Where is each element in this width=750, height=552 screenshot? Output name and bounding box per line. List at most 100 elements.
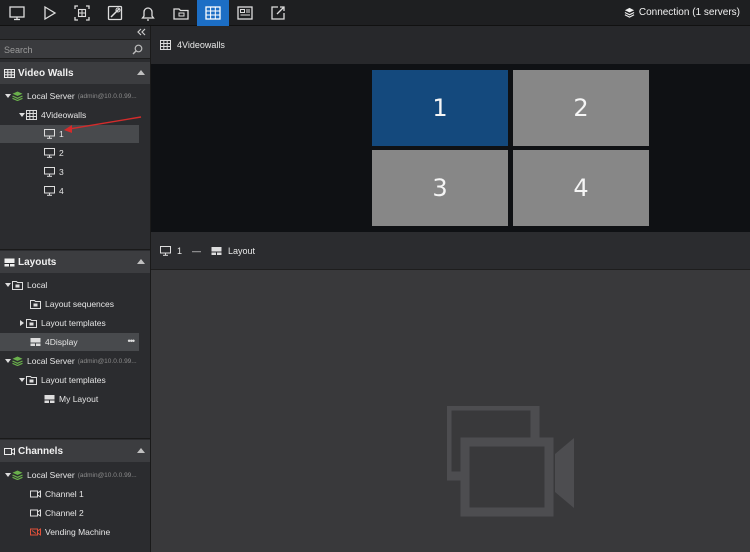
- tree-item-server[interactable]: Local Server (admin@10.0.0.99...: [0, 87, 139, 105]
- channel-icon: [4, 447, 15, 455]
- folder-icon: [30, 300, 41, 309]
- section-divider: [0, 438, 150, 439]
- collapse-arrow-icon[interactable]: [137, 448, 145, 453]
- section-title: Channels: [18, 445, 64, 457]
- expand-arrow-icon[interactable]: [18, 378, 26, 382]
- videowall-grid-icon: [26, 110, 37, 120]
- videowall-title: 4Videowalls: [177, 40, 225, 50]
- tree-item-channel-2[interactable]: Channel 2: [0, 504, 139, 522]
- monitor-info-bar: 1 — Layout: [151, 232, 750, 270]
- tree-item-monitor-4[interactable]: 4: [0, 182, 139, 200]
- tree-item-label: Local: [27, 280, 48, 290]
- expand-arrow-icon[interactable]: [4, 283, 12, 287]
- monitor-icon: [160, 245, 171, 256]
- tools-icon: [107, 5, 123, 21]
- tree-item-label: Local Server: [27, 470, 75, 480]
- tree-item-label: 2: [59, 148, 64, 158]
- play-button[interactable]: [33, 0, 65, 26]
- tree-item-server[interactable]: Local Server (admin@10.0.0.99...: [0, 352, 139, 370]
- tree-item-label: My Layout: [59, 394, 99, 404]
- tree-item-label: Channel 2: [45, 508, 84, 518]
- tree-item-label: Local Server: [27, 356, 75, 366]
- tree-item-videowall[interactable]: 4Videowalls: [0, 106, 139, 124]
- collapse-arrow-icon[interactable]: [137, 259, 145, 264]
- scan-icon: [74, 5, 90, 21]
- tools-button[interactable]: [99, 0, 131, 26]
- server-address: (admin@10.0.0.99...: [77, 357, 137, 365]
- tree-item-monitor-3[interactable]: 3: [0, 163, 139, 181]
- tree-item-server[interactable]: Local Server (admin@10.0.0.99...: [0, 466, 139, 484]
- tree-item-monitor-1[interactable]: 1: [0, 125, 139, 143]
- videowall-grid: 1 2 3 4: [151, 64, 750, 232]
- camera-placeholder-icon: [447, 406, 574, 517]
- tree-item-channel-1[interactable]: Channel 1: [0, 485, 139, 503]
- tree-item-my-layout[interactable]: My Layout: [0, 390, 139, 408]
- folder-icon: [26, 319, 37, 328]
- tree-item-label: 3: [59, 167, 64, 177]
- tree-item-label: 4: [59, 186, 64, 196]
- videowall-grid-icon: [160, 40, 171, 50]
- monitor-icon: [44, 129, 55, 139]
- folder-button[interactable]: [165, 0, 197, 26]
- more-options-icon[interactable]: •••: [128, 336, 136, 346]
- layout-icon: [4, 258, 15, 266]
- tree-item-monitor-2[interactable]: 2: [0, 144, 139, 162]
- search-icon[interactable]: [132, 44, 143, 55]
- play-icon: [44, 5, 57, 21]
- server-stack-icon: [12, 470, 23, 480]
- expand-arrow-icon[interactable]: [18, 320, 26, 326]
- collapse-arrow-icon[interactable]: [137, 70, 145, 75]
- tree-item-vending-machine[interactable]: Vending Machine: [0, 523, 139, 541]
- expand-arrow-icon[interactable]: [4, 94, 12, 98]
- monitor-button[interactable]: [1, 0, 33, 26]
- server-address: (admin@10.0.0.99...: [77, 471, 137, 479]
- monitor-tile-4[interactable]: 4: [513, 150, 649, 226]
- tree-item-label: 4Videowalls: [41, 110, 87, 120]
- server-address: (admin@10.0.0.99...: [77, 92, 137, 100]
- export-button[interactable]: [262, 0, 294, 26]
- tree-item-label: Local Server: [27, 91, 75, 101]
- tree-item-layout-sequences[interactable]: Layout sequences: [0, 295, 139, 313]
- separator: —: [192, 245, 202, 256]
- videowall-grid-icon: [4, 68, 15, 78]
- folder-icon: [173, 8, 189, 20]
- videowalls-section-header[interactable]: Video Walls: [0, 62, 150, 84]
- tree-item-local[interactable]: Local: [0, 276, 139, 294]
- layouts-section-header[interactable]: Layouts: [0, 251, 150, 273]
- expand-arrow-icon[interactable]: [18, 113, 26, 117]
- section-divider: [0, 249, 150, 250]
- tree-item-label: Layout templates: [41, 375, 106, 385]
- notifications-button[interactable]: [132, 0, 164, 26]
- section-title: Video Walls: [18, 67, 74, 79]
- expand-arrow-icon[interactable]: [4, 359, 12, 363]
- videowall-grid-icon: [205, 6, 221, 20]
- screen-button[interactable]: [229, 0, 261, 26]
- tree-item-label: Layout sequences: [45, 299, 114, 309]
- channels-section-header[interactable]: Channels: [0, 440, 150, 462]
- expand-arrow-icon[interactable]: [4, 473, 12, 477]
- tree-item-layout-templates[interactable]: Layout templates: [0, 371, 139, 389]
- monitor-icon: [44, 148, 55, 158]
- monitor-tile-1[interactable]: 1: [372, 70, 508, 146]
- monitor-tile-3[interactable]: 3: [372, 150, 508, 226]
- tree-item-label: Layout templates: [41, 318, 106, 328]
- screen-icon: [237, 6, 253, 20]
- videowall-header: 4Videowalls: [151, 26, 750, 64]
- channel-icon: [30, 490, 41, 498]
- server-stack-icon: [12, 91, 23, 101]
- tree-item-label: 4Display: [45, 337, 78, 347]
- export-icon: [271, 6, 285, 20]
- monitor-icon: [44, 167, 55, 177]
- folder-icon: [12, 281, 23, 290]
- connection-status[interactable]: Connection (1 servers): [624, 7, 740, 18]
- tree-item-layout-templates[interactable]: Layout templates: [0, 314, 139, 332]
- tree-item-4display[interactable]: 4Display •••: [0, 333, 139, 351]
- layout-name: Layout: [228, 245, 256, 256]
- monitor-tile-2[interactable]: 2: [513, 70, 649, 146]
- tree-item-label: 1: [59, 129, 64, 139]
- scan-button[interactable]: [66, 0, 98, 26]
- videowall-button[interactable]: [197, 0, 229, 26]
- search-input[interactable]: [4, 43, 124, 56]
- collapse-sidebar-icon[interactable]: [136, 28, 146, 36]
- monitor-number: 1: [177, 245, 183, 256]
